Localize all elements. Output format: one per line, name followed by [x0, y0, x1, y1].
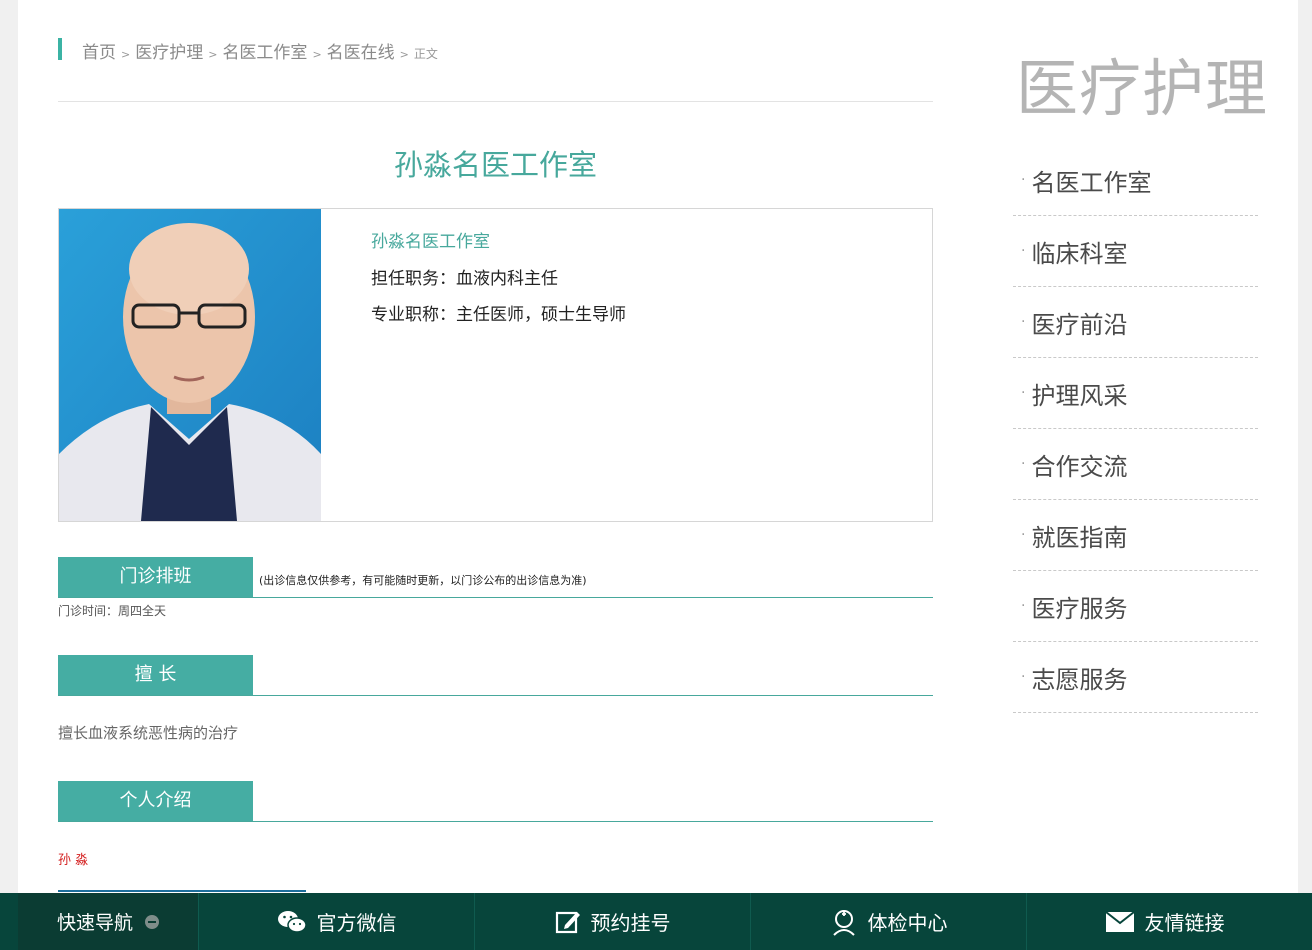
breadcrumb-separator: > — [312, 48, 322, 61]
sidebar-item-label: 名医工作室 — [1031, 168, 1152, 197]
doctor-studio-name: 孙淼名医工作室 — [371, 232, 490, 252]
sidebar-item-label: 医疗服务 — [1031, 594, 1128, 623]
breadcrumb: 首页 > 医疗护理 > 名医工作室 > 名医在线 > 正文 — [58, 38, 438, 63]
bullet-icon: · — [1021, 456, 1026, 472]
bullet-icon: · — [1021, 669, 1026, 685]
sidebar-item-label: 临床科室 — [1031, 239, 1128, 268]
wechat-icon — [277, 910, 307, 933]
schedule-section-header: 门诊排班 (出诊信息仅供参考，有可能随时更新，以门诊公布的出诊信息为准) — [58, 557, 933, 598]
divider — [58, 101, 933, 102]
breadcrumb-online[interactable]: 名医在线 — [327, 38, 395, 63]
appointment-link[interactable]: 预约挂号 — [474, 893, 750, 950]
friendly-links-label: 友情链接 — [1144, 911, 1225, 935]
sidebar-menu: · 名医工作室 · 临床科室 · 医疗前沿 · 护理风采 · 合作交流 · 就医指南 · 医疗… — [1013, 145, 1258, 713]
professional-title-row: 专业职称：主任医师，硕士生导师 — [371, 300, 626, 325]
intro-tab: 个人介绍 — [58, 781, 253, 821]
professional-title-value: 主任医师，硕士生导师 — [456, 305, 626, 325]
breadcrumb-separator: > — [208, 48, 218, 61]
specialty-section-header: 擅 长 — [58, 655, 933, 696]
bullet-icon: · — [1021, 598, 1026, 614]
quick-nav-button[interactable]: 快速导航 — [18, 893, 198, 950]
clinic-time: 门诊时间：周四全天 — [58, 604, 167, 618]
sidebar-item-frontier[interactable]: · 医疗前沿 — [1013, 287, 1258, 358]
profile-card: 孙淼名医工作室 担任职务：血液内科主任 专业职称：主任医师，硕士生导师 — [58, 208, 933, 522]
edit-icon — [555, 911, 580, 933]
bullet-icon: · — [1021, 172, 1026, 188]
sidebar-item-nursing[interactable]: · 护理风采 — [1013, 358, 1258, 429]
divider — [58, 890, 306, 892]
bullet-icon: · — [1021, 385, 1026, 401]
intro-section-header: 个人介绍 — [58, 781, 933, 822]
appointment-label: 预约挂号 — [590, 911, 671, 935]
sidebar-item-services[interactable]: · 医疗服务 — [1013, 571, 1258, 642]
bullet-icon: · — [1021, 243, 1026, 259]
mail-icon — [1104, 910, 1135, 932]
schedule-note: (出诊信息仅供参考，有可能随时更新，以门诊公布的出诊信息为准) — [259, 574, 587, 587]
breadcrumb-separator: > — [121, 48, 131, 61]
position-value: 血液内科主任 — [456, 269, 558, 289]
doctor-photo — [59, 209, 321, 521]
breadcrumb-home[interactable]: 首页 — [82, 38, 116, 63]
sidebar-item-label: 医疗前沿 — [1031, 310, 1128, 339]
position-row: 担任职务：血液内科主任 — [371, 264, 626, 289]
sidebar-item-label: 就医指南 — [1031, 523, 1128, 552]
sidebar-item-label: 合作交流 — [1031, 452, 1128, 481]
page: 首页 > 医疗护理 > 名医工作室 > 名医在线 > 正文 孙淼名医工作室 孙淼… — [18, 0, 1298, 950]
checkup-label: 体检中心 — [867, 911, 948, 935]
doctor-info: 孙淼名医工作室 担任职务：血液内科主任 专业职称：主任医师，硕士生导师 — [371, 227, 626, 336]
breadcrumb-separator: > — [399, 48, 409, 61]
wechat-label: 官方微信 — [316, 911, 397, 935]
bottom-nav-bar: 快速导航 官方微信 预约挂号 体检中心 友情链接 — [0, 893, 1312, 950]
intro-text: 孙 淼 — [58, 853, 89, 868]
breadcrumb-studio[interactable]: 名医工作室 — [222, 38, 307, 63]
sidebar-item-departments[interactable]: · 临床科室 — [1013, 216, 1258, 287]
sidebar-item-guide[interactable]: · 就医指南 — [1013, 500, 1258, 571]
page-title: 孙淼名医工作室 — [393, 148, 597, 182]
schedule-tab: 门诊排班 — [58, 557, 253, 597]
sidebar-item-volunteer[interactable]: · 志愿服务 — [1013, 642, 1258, 713]
collapse-icon[interactable] — [145, 914, 159, 929]
specialty-text: 擅长血液系统恶性病的治疗 — [58, 724, 239, 742]
breadcrumb-medical-care[interactable]: 医疗护理 — [135, 38, 203, 63]
checkup-link[interactable]: 体检中心 — [750, 893, 1026, 950]
sidebar-item-studio[interactable]: · 名医工作室 — [1013, 145, 1258, 216]
bullet-icon: · — [1021, 314, 1026, 330]
position-label: 担任职务： — [371, 269, 456, 289]
sidebar-title: 医疗护理 — [1016, 52, 1269, 125]
specialty-tab: 擅 长 — [58, 655, 253, 695]
quick-nav-label: 快速导航 — [56, 912, 133, 934]
sidebar-item-cooperation[interactable]: · 合作交流 — [1013, 429, 1258, 500]
wechat-link[interactable]: 官方微信 — [198, 893, 474, 950]
professional-title-label: 专业职称： — [371, 305, 456, 325]
bullet-icon: · — [1021, 527, 1026, 543]
breadcrumb-current: 正文 — [413, 47, 438, 61]
nurse-icon — [832, 909, 855, 936]
sidebar-item-label: 志愿服务 — [1031, 665, 1128, 694]
sidebar-item-label: 护理风采 — [1031, 381, 1128, 410]
friendly-links-link[interactable]: 友情链接 — [1026, 893, 1302, 950]
